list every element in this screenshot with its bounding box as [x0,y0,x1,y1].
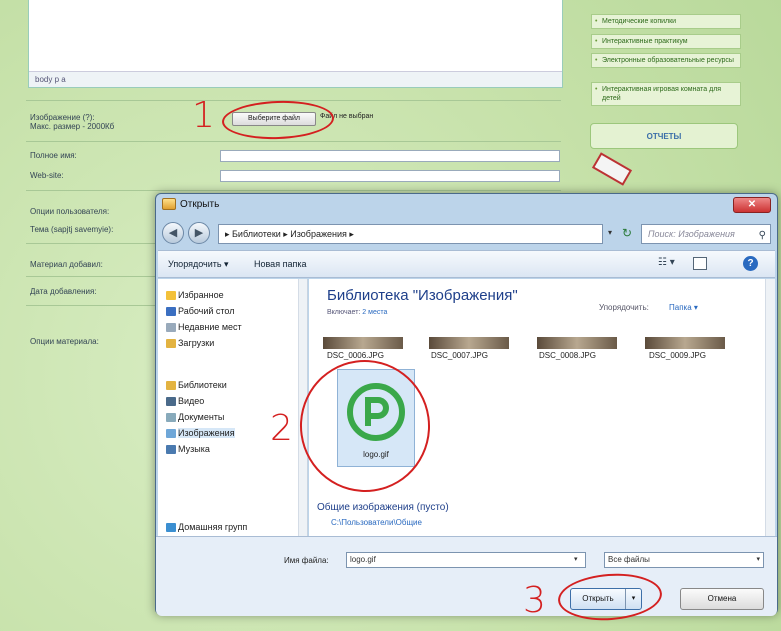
file-name[interactable]: DSC_0006.JPG [327,351,384,360]
dialog-toolbar: Упорядочить ▾ Новая папка ☷ ▾ ? [158,250,775,278]
view-icon[interactable]: ☷ ▾ [658,257,675,268]
sidebar-item-game-room[interactable]: Интерактивная игровая комната для детей [591,82,741,106]
file-name[interactable]: DSC_0009.JPG [649,351,706,360]
address-bar[interactable]: ▸ Библиотеки ▸ Изображения ▸ [218,224,603,244]
image-thumbnail[interactable] [645,337,725,349]
help-icon[interactable]: ? [743,256,758,271]
editor-path: body p a [29,71,562,87]
recent-places-icon [166,323,176,332]
nav-downloads[interactable]: Загрузки [178,338,214,348]
homegroup-icon [166,523,176,532]
sort-dropdown[interactable]: Папка ▾ [669,303,698,312]
material-options-label: Опции материала: [30,337,99,346]
public-images-path[interactable]: C:\Пользователи\Общие [331,518,422,527]
search-input[interactable]: Поиск: Изображения ⚲ [641,224,771,244]
libraries-icon [166,381,176,390]
file-name[interactable]: DSC_0007.JPG [431,351,488,360]
sidebar-item-interactive[interactable]: Интерактивные практикум [591,34,741,49]
website-input[interactable] [220,170,560,182]
back-button[interactable]: ◀ [162,222,184,244]
includes-link[interactable]: 2 места [362,309,387,316]
full-name-label: Полное имя: [30,151,77,160]
nav-recent[interactable]: Недавние мест [178,322,242,332]
content-scrollbar[interactable] [765,279,775,536]
preview-pane-icon[interactable] [693,257,707,270]
sort-label: Упорядочить: [599,303,649,312]
dialog-titlebar[interactable]: Открыть ✕ [156,194,777,216]
downloads-icon [166,339,176,348]
sidebar-item-methodical[interactable]: Методические копилки [591,14,741,29]
nav-documents[interactable]: Документы [178,412,224,422]
dialog-footer: Имя файла: logo.gif ▾ Все файлы ▾ Открыт… [156,536,777,616]
nav-favorites[interactable]: Избранное [178,290,224,300]
filename-label: Имя файла: [284,556,329,565]
date-added-label: Дата добавления: [30,287,97,296]
image-thumbnail[interactable] [537,337,617,349]
navigation-bar: ◀ ▶ ▸ Библиотеки ▸ Изображения ▸ ▾ ↻ Пои… [156,218,777,248]
open-file-dialog: Открыть ✕ ◀ ▶ ▸ Библиотеки ▸ Изображения… [155,193,778,616]
nav-desktop[interactable]: Рабочий стол [178,306,235,316]
library-title: Библиотека "Изображения" [327,287,518,304]
close-button[interactable]: ✕ [733,197,771,213]
search-placeholder: Поиск: Изображения [648,229,735,239]
video-icon [166,397,176,406]
step-3-annotation: 3 [523,580,546,621]
organize-button[interactable]: Упорядочить ▾ [168,259,229,270]
step-1-annotation: 1 [192,95,215,136]
full-name-input[interactable] [220,150,560,162]
nav-libraries[interactable]: Библиотеки [178,380,227,390]
desktop-icon [166,307,176,316]
image-label: Изображение (?): [30,113,95,122]
step-2-annotation: 2 [270,408,293,449]
file-name[interactable]: DSC_0008.JPG [539,351,596,360]
nav-homegroup[interactable]: Домашняя групп [178,522,247,532]
reports-link[interactable]: ОТЧЕТЫ [590,123,738,149]
chevron-down-icon[interactable]: ▾ [756,553,760,567]
forward-button[interactable]: ▶ [188,222,210,244]
chevron-down-icon[interactable]: ▾ [574,555,578,563]
public-images-header[interactable]: Общие изображения (пусто) [317,502,449,513]
library-includes: Включает: 2 места [327,309,387,316]
material-added-label: Материал добавил: [30,260,103,269]
max-size-label: Макс. размер - 2000Кб [30,122,115,131]
nav-video[interactable]: Видео [178,396,204,406]
music-icon [166,445,176,454]
new-folder-button[interactable]: Новая папка [254,259,306,269]
image-thumbnail[interactable] [323,337,403,349]
sidebar-item-resources[interactable]: Электронные образовательные ресурсы [591,53,741,68]
documents-icon [166,413,176,422]
chevron-down-icon[interactable]: ▾ [608,228,612,237]
includes-label: Включает: [327,309,361,316]
file-type-value: Все файлы [608,555,650,564]
search-icon[interactable]: ⚲ [759,227,766,245]
file-type-select[interactable]: Все файлы ▾ [604,552,764,568]
nav-music[interactable]: Музыка [178,444,210,454]
text-editor[interactable]: body p a [28,0,563,88]
star-icon [166,291,176,300]
text-author-label: Тема (sapjtj savemyie): [30,225,114,234]
nav-images[interactable]: Изображения [178,428,235,438]
folder-icon [162,198,176,210]
cancel-button[interactable]: Отмена [680,588,764,610]
image-thumbnail[interactable] [429,337,509,349]
filename-input[interactable]: logo.gif [346,552,586,568]
images-icon [166,429,176,438]
website-label: Web-site: [30,171,64,180]
user-info-label: Опции пользователя: [30,207,110,216]
dialog-title: Открыть [180,199,220,210]
divider [26,190,561,191]
refresh-icon[interactable]: ↻ [622,226,632,240]
divider [26,141,561,142]
